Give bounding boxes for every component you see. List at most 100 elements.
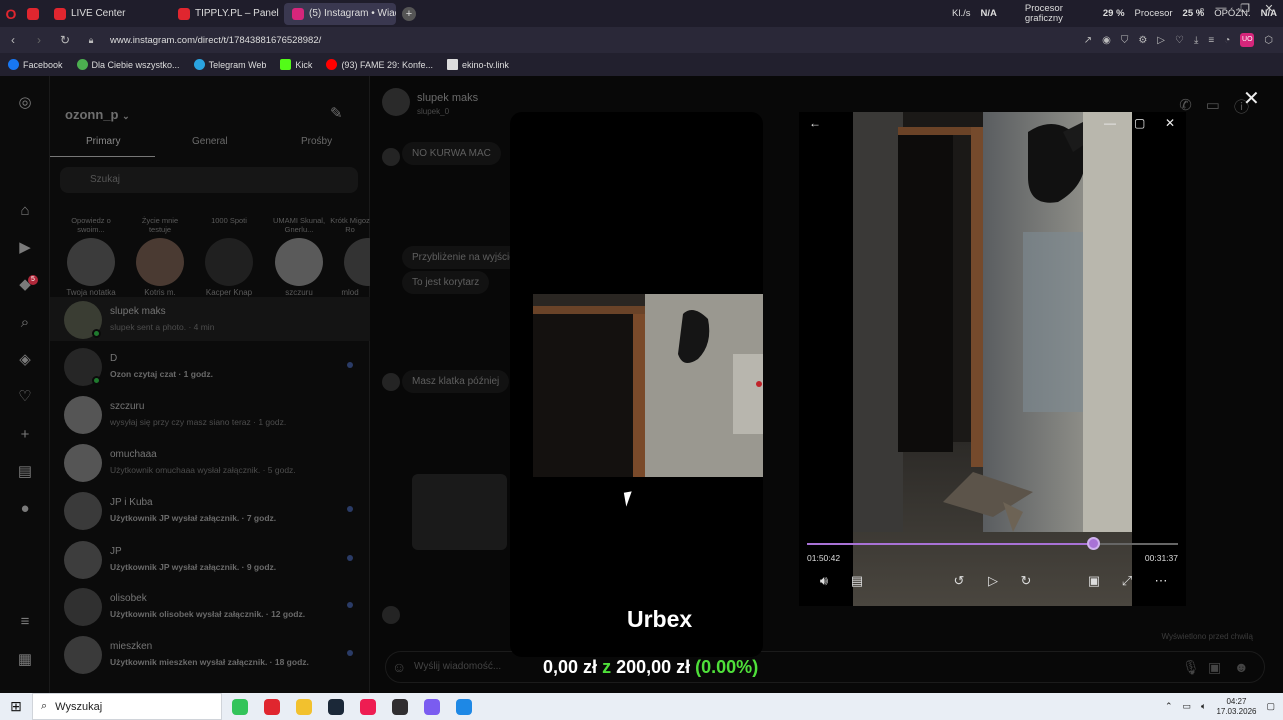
start-menu-icon[interactable]: ⊞ bbox=[0, 693, 32, 720]
bookmark-facebook[interactable]: Facebook bbox=[8, 59, 63, 70]
thread-name[interactable]: slupek maks bbox=[417, 92, 478, 104]
file-explorer-taskbar-icon[interactable] bbox=[288, 693, 320, 720]
bookmark-ekino[interactable]: ekino-tv.link bbox=[446, 59, 509, 70]
tab-instagram[interactable]: (5) Instagram • Wiadomo bbox=[284, 2, 396, 25]
forward-icon[interactable]: › bbox=[32, 33, 46, 47]
chat-row[interactable]: D Ozon czytaj czat · 1 godz. bbox=[50, 344, 370, 388]
bookmark-kick[interactable]: Kick bbox=[280, 59, 312, 70]
instagram-logo-icon[interactable]: ◎ bbox=[15, 93, 35, 113]
steam-taskbar-icon[interactable] bbox=[320, 693, 352, 720]
chat-row[interactable]: omuchaaa Użytkownik omuchaaa wysłał załą… bbox=[50, 440, 370, 484]
note-item[interactable]: Krótk Migoz Ro mlod bbox=[330, 216, 370, 297]
fullscreen-icon[interactable]: ⤢ bbox=[1117, 573, 1137, 589]
note-item[interactable]: UMAMI Skunal, Gnerlu... szczuru bbox=[269, 216, 329, 297]
volume-icon[interactable]: 🔈︎ bbox=[1201, 701, 1206, 712]
reload-icon[interactable]: ↻ bbox=[58, 33, 72, 47]
insights-icon[interactable]: ▤ bbox=[15, 462, 35, 482]
discord-taskbar-icon[interactable] bbox=[416, 693, 448, 720]
forward-30-icon[interactable]: ↻ bbox=[1016, 573, 1036, 589]
heart-icon[interactable]: ♡ bbox=[15, 387, 35, 407]
maximize-icon[interactable]: ▢ bbox=[1134, 116, 1145, 130]
search-tabs-icon[interactable]: ⌕ bbox=[1199, 4, 1205, 17]
network-icon[interactable]: ▭ bbox=[1183, 701, 1192, 712]
bookmark-telegram[interactable]: Telegram Web bbox=[193, 59, 266, 70]
chat-row[interactable]: olisobek Użytkownik olisobek wysłał załą… bbox=[50, 584, 370, 628]
microphone-icon[interactable]: 🎙︎ bbox=[1182, 659, 1200, 676]
new-tab-button[interactable]: + bbox=[402, 6, 416, 21]
bookmark-dla-ciebie[interactable]: Dla Ciebie wszystko... bbox=[76, 59, 180, 70]
rewind-10-icon[interactable]: ↺ bbox=[949, 573, 969, 589]
minimize-icon[interactable]: — bbox=[1104, 116, 1116, 130]
compose-icon[interactable]: ✎ bbox=[330, 104, 343, 122]
emoji-icon[interactable]: ☺ bbox=[392, 659, 406, 675]
yandex-browser-taskbar-icon[interactable] bbox=[224, 693, 256, 720]
home-icon[interactable]: ⌂ bbox=[15, 201, 35, 221]
chat-row[interactable]: JP i Kuba Użytkownik JP wysłał załącznik… bbox=[50, 488, 370, 532]
volume-icon[interactable]: 🔊︎ bbox=[814, 573, 834, 589]
download-icon[interactable]: ⤓ bbox=[1194, 35, 1198, 46]
more-options-icon[interactable]: ⋯ bbox=[1151, 573, 1171, 589]
profile-icon[interactable]: ◔ bbox=[1224, 35, 1230, 46]
bookmark-youtube[interactable]: (93) FAME 29: Konfe... bbox=[326, 59, 433, 70]
taskbar-search[interactable]: ⌕ Wyszukaj bbox=[32, 693, 222, 720]
tab-live-center[interactable]: LIVE Center bbox=[46, 3, 138, 25]
subtitles-icon[interactable]: ▤ bbox=[847, 573, 867, 589]
photo-thumbnail[interactable] bbox=[412, 474, 507, 550]
media-player-taskbar-icon[interactable] bbox=[448, 693, 480, 720]
back-icon[interactable]: ‹ bbox=[6, 33, 20, 47]
video-frame[interactable] bbox=[853, 112, 1132, 606]
opera-menu-icon[interactable]: O bbox=[0, 0, 22, 27]
tab-requests[interactable]: Prośby bbox=[301, 136, 332, 147]
pinned-tab[interactable] bbox=[22, 3, 44, 25]
account-switcher[interactable]: ozonn_p ⌄ bbox=[65, 107, 130, 122]
create-icon[interactable]: + bbox=[15, 425, 35, 445]
easysetup-icon[interactable]: ⚙ bbox=[1138, 35, 1147, 46]
close-player-icon[interactable]: ✕ bbox=[1165, 116, 1175, 130]
opera-taskbar-icon[interactable] bbox=[256, 693, 288, 720]
notifications-icon[interactable]: ▢ bbox=[1266, 701, 1275, 712]
close-window-icon[interactable]: ✕ bbox=[1259, 2, 1279, 15]
chat-row[interactable]: JP Użytkownik JP wysłał załącznik. · 9 g… bbox=[50, 537, 370, 581]
back-arrow-icon[interactable]: ← bbox=[809, 116, 821, 130]
viewer-photo[interactable] bbox=[533, 294, 763, 477]
url-field[interactable]: www.instagram.com/direct/t/1784388167652… bbox=[110, 35, 321, 46]
apps-grid-icon[interactable]: ▦ bbox=[15, 650, 35, 670]
search-icon[interactable]: ⌕ bbox=[15, 313, 35, 333]
play-icon[interactable]: ▷ bbox=[1157, 35, 1165, 46]
heart-icon[interactable]: ♡ bbox=[1175, 35, 1184, 46]
extension-badge[interactable]: UO bbox=[1240, 33, 1255, 47]
minimize-icon[interactable]: — bbox=[1211, 2, 1231, 15]
send-icon[interactable]: ↗ bbox=[1084, 35, 1092, 46]
chat-row[interactable]: szczuru wysyłaj się przy czy masz siano … bbox=[50, 392, 370, 436]
search-input[interactable]: Szukaj bbox=[60, 167, 358, 193]
seek-handle[interactable] bbox=[1086, 537, 1100, 550]
camera-icon[interactable]: ◉ bbox=[1102, 35, 1111, 46]
more-menu-icon[interactable]: ≡ bbox=[15, 612, 35, 632]
chat-row[interactable]: slupek maks slupek sent a photo. · 4 min bbox=[50, 297, 370, 341]
note-item[interactable]: Opowiedz o swoim... Twoja notatka bbox=[61, 216, 121, 297]
seek-bar[interactable] bbox=[807, 537, 1178, 550]
avatar[interactable] bbox=[382, 88, 410, 116]
tab-tipply[interactable]: TIPPLY.PL – Panel użytkow bbox=[170, 3, 282, 25]
menu-icon[interactable]: ≡ bbox=[1208, 35, 1214, 46]
sticker-icon[interactable]: ☻ bbox=[1234, 659, 1249, 675]
tab-primary[interactable]: Primary bbox=[86, 136, 120, 147]
note-item[interactable]: Życie mnie testuje Kotris m. bbox=[130, 216, 190, 297]
profile-avatar-icon[interactable]: ● bbox=[15, 499, 35, 519]
shield-icon[interactable]: ⛉ bbox=[1121, 35, 1129, 46]
obs-taskbar-icon[interactable] bbox=[384, 693, 416, 720]
cube-icon[interactable]: ⬡ bbox=[1264, 35, 1273, 46]
image-icon[interactable]: ▣ bbox=[1208, 659, 1221, 676]
clock[interactable]: 04:27 17.03.2026 bbox=[1216, 697, 1256, 717]
chevron-up-icon[interactable]: ⌃ bbox=[1165, 701, 1173, 712]
tiktok-taskbar-icon[interactable] bbox=[352, 693, 384, 720]
miniplayer-icon[interactable]: ▣ bbox=[1084, 573, 1104, 589]
restore-icon[interactable]: ❐ bbox=[1235, 2, 1255, 15]
play-icon[interactable]: ▷ bbox=[983, 573, 1003, 589]
video-call-icon[interactable]: ▭ bbox=[1206, 96, 1220, 117]
note-item[interactable]: 1000 Spoti Kacper Knap bbox=[199, 216, 259, 297]
close-viewer-icon[interactable]: ✕ bbox=[1243, 86, 1260, 111]
explore-icon[interactable]: ◈ bbox=[15, 350, 35, 370]
tab-general[interactable]: General bbox=[192, 136, 228, 147]
chat-row[interactable]: mieszken Użytkownik mieszken wysłał załą… bbox=[50, 632, 370, 676]
